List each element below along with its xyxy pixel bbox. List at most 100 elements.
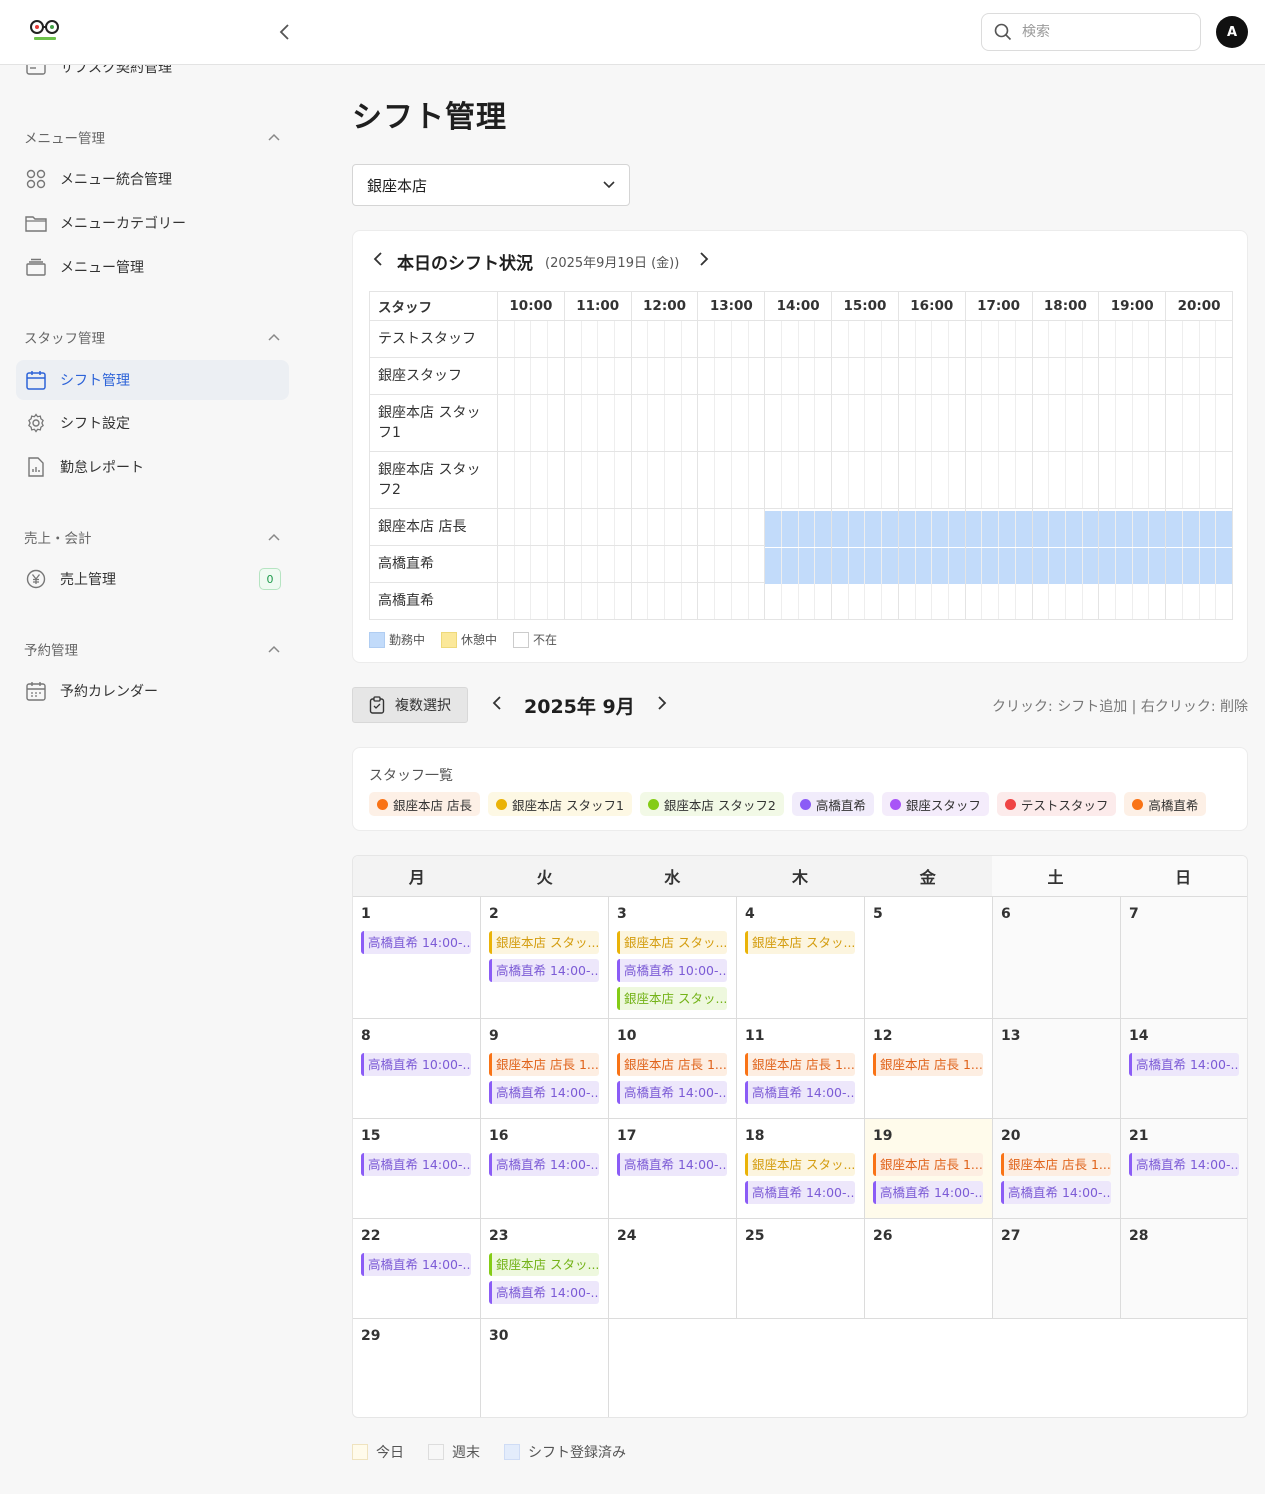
quarter-slot[interactable] bbox=[1033, 395, 1050, 451]
hour-cell[interactable] bbox=[563, 508, 632, 546]
quarter-slot[interactable] bbox=[665, 395, 682, 451]
quarter-slot[interactable] bbox=[949, 321, 965, 357]
quarter-slot[interactable] bbox=[898, 548, 916, 584]
quarter-slot[interactable] bbox=[698, 358, 716, 394]
quarter-slot[interactable] bbox=[615, 395, 631, 451]
quarter-slot[interactable] bbox=[815, 358, 831, 394]
hour-cell[interactable] bbox=[964, 394, 1033, 452]
quarter-slot[interactable] bbox=[665, 509, 682, 545]
hour-cell[interactable] bbox=[1165, 394, 1233, 452]
calendar-day-cell[interactable]: 29 bbox=[353, 1319, 481, 1417]
app-logo[interactable] bbox=[28, 18, 62, 44]
quarter-slot[interactable] bbox=[1216, 511, 1232, 547]
quarter-slot[interactable] bbox=[1166, 511, 1183, 547]
quarter-slot[interactable] bbox=[682, 546, 698, 582]
quarter-slot[interactable] bbox=[865, 321, 883, 357]
quarter-slot[interactable] bbox=[799, 452, 816, 508]
quarter-slot[interactable] bbox=[749, 321, 765, 357]
quarter-slot[interactable] bbox=[765, 395, 782, 451]
hour-cell[interactable] bbox=[630, 582, 699, 620]
quarter-slot[interactable] bbox=[1182, 511, 1200, 547]
quarter-slot[interactable] bbox=[1216, 548, 1232, 584]
hour-cell[interactable] bbox=[764, 582, 833, 620]
quarter-slot[interactable] bbox=[982, 511, 1000, 547]
calendar-day-cell[interactable]: 23 銀座本店 スタッ... 高橋直希 14:00-... bbox=[481, 1219, 609, 1319]
quarter-slot[interactable] bbox=[865, 511, 883, 547]
hour-cell[interactable] bbox=[1031, 451, 1100, 509]
quarter-slot[interactable] bbox=[632, 358, 649, 394]
quarter-slot[interactable] bbox=[531, 358, 549, 394]
hour-cell[interactable] bbox=[697, 545, 766, 583]
quarter-slot[interactable] bbox=[799, 395, 816, 451]
hour-cell[interactable] bbox=[897, 508, 966, 547]
quarter-slot[interactable] bbox=[1183, 395, 1200, 451]
quarter-slot[interactable] bbox=[749, 583, 765, 619]
quarter-slot[interactable] bbox=[598, 395, 615, 451]
hour-cell[interactable] bbox=[831, 582, 899, 620]
quarter-slot[interactable] bbox=[916, 452, 933, 508]
quarter-slot[interactable] bbox=[882, 548, 898, 584]
quarter-slot[interactable] bbox=[948, 511, 965, 547]
quarter-slot[interactable] bbox=[632, 452, 649, 508]
quarter-slot[interactable] bbox=[749, 509, 765, 545]
hour-cell[interactable] bbox=[964, 545, 1033, 584]
quarter-slot[interactable] bbox=[916, 358, 933, 394]
quarter-slot[interactable] bbox=[632, 583, 649, 619]
quarter-slot[interactable] bbox=[1066, 358, 1083, 394]
quarter-slot[interactable] bbox=[1116, 548, 1133, 584]
quarter-slot[interactable] bbox=[1083, 321, 1099, 357]
quarter-slot[interactable] bbox=[515, 358, 532, 394]
shift-event[interactable]: 高橋直希 14:00-... bbox=[1001, 1181, 1111, 1204]
quarter-slot[interactable] bbox=[815, 321, 831, 357]
quarter-slot[interactable] bbox=[732, 509, 749, 545]
quarter-slot[interactable] bbox=[832, 548, 849, 584]
calendar-day-cell[interactable]: 9 銀座本店 店長 1... 高橋直希 14:00-... bbox=[481, 1019, 609, 1119]
quarter-slot[interactable] bbox=[899, 452, 916, 508]
quarter-slot[interactable] bbox=[782, 583, 799, 619]
quarter-slot[interactable] bbox=[966, 395, 983, 451]
quarter-slot[interactable] bbox=[648, 583, 666, 619]
prev-month-button[interactable] bbox=[492, 695, 502, 715]
hour-cell[interactable] bbox=[1165, 320, 1233, 358]
quarter-slot[interactable] bbox=[548, 583, 564, 619]
hour-cell[interactable] bbox=[497, 394, 565, 452]
section-menu[interactable]: メニュー管理 bbox=[24, 127, 280, 147]
quarter-slot[interactable] bbox=[598, 509, 615, 545]
quarter-slot[interactable] bbox=[515, 546, 532, 582]
quarter-slot[interactable] bbox=[982, 321, 1000, 357]
quarter-slot[interactable] bbox=[1049, 395, 1066, 451]
hour-cell[interactable] bbox=[764, 451, 833, 509]
quarter-slot[interactable] bbox=[1149, 583, 1165, 619]
quarter-slot[interactable] bbox=[531, 321, 549, 357]
quarter-slot[interactable] bbox=[515, 583, 532, 619]
shift-event[interactable]: 高橋直希 14:00-... bbox=[489, 1281, 599, 1304]
quarter-slot[interactable] bbox=[632, 321, 649, 357]
quarter-slot[interactable] bbox=[498, 395, 515, 451]
quarter-slot[interactable] bbox=[1200, 583, 1217, 619]
shift-event[interactable]: 高橋直希 10:00-... bbox=[617, 959, 727, 982]
shift-event[interactable]: 銀座本店 スタッ... bbox=[617, 987, 727, 1010]
quarter-slot[interactable] bbox=[1199, 511, 1217, 547]
quarter-slot[interactable] bbox=[682, 395, 698, 451]
quarter-slot[interactable] bbox=[615, 583, 631, 619]
hour-cell[interactable] bbox=[630, 357, 699, 395]
quarter-slot[interactable] bbox=[1133, 321, 1150, 357]
quarter-slot[interactable] bbox=[982, 395, 1000, 451]
quarter-slot[interactable] bbox=[498, 583, 515, 619]
quarter-slot[interactable] bbox=[648, 509, 666, 545]
hour-cell[interactable] bbox=[831, 451, 899, 509]
quarter-slot[interactable] bbox=[882, 511, 898, 547]
hour-cell[interactable] bbox=[831, 545, 899, 584]
hour-cell[interactable] bbox=[497, 451, 565, 509]
sidebar-item-reservation-calendar[interactable]: 予約カレンダー bbox=[16, 671, 289, 711]
hour-cell[interactable] bbox=[563, 582, 632, 620]
quarter-slot[interactable] bbox=[565, 583, 582, 619]
sidebar-item-shift-settings[interactable]: シフト設定 bbox=[16, 403, 289, 443]
quarter-slot[interactable] bbox=[915, 511, 933, 547]
quarter-slot[interactable] bbox=[1083, 583, 1099, 619]
shift-event[interactable]: 高橋直希 14:00-... bbox=[361, 1253, 471, 1276]
user-avatar[interactable]: A bbox=[1216, 16, 1248, 48]
hour-cell[interactable] bbox=[1098, 357, 1167, 395]
quarter-slot[interactable] bbox=[582, 546, 599, 582]
quarter-slot[interactable] bbox=[1116, 395, 1133, 451]
